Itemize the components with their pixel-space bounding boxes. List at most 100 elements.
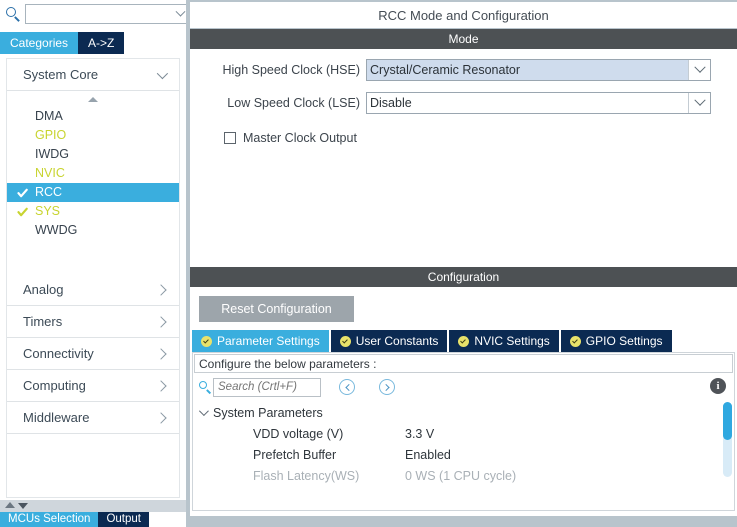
field-row-hse: High Speed Clock (HSE) Crystal/Ceramic R… (190, 58, 737, 82)
reset-configuration-button[interactable]: Reset Configuration (199, 295, 354, 322)
sidebar-tab-bar: Categories A->Z (0, 28, 186, 54)
tab-label: NVIC Settings (474, 334, 550, 348)
search-icon (198, 380, 213, 395)
parameter-scrollbar-thumb[interactable] (723, 402, 732, 440)
mcu-search-input[interactable] (26, 5, 172, 23)
group-connectivity[interactable]: Connectivity (7, 338, 179, 370)
tab-label: Parameter Settings (217, 334, 320, 348)
peripheral-label: DMA (35, 109, 63, 123)
tab-user-constants[interactable]: User Constants (330, 330, 448, 352)
chevron-down-icon[interactable] (688, 93, 710, 113)
tab-categories[interactable]: Categories (0, 32, 79, 54)
chevron-down-icon (156, 67, 169, 79)
peripheral-label: IWDG (35, 147, 70, 161)
chevron-down-icon[interactable] (688, 60, 710, 80)
master-clock-output-label: Master Clock Output (243, 131, 357, 145)
left-sidebar-panel: Categories A->Z System Core DMA GPIO IWD… (0, 0, 211, 527)
lse-label: Low Speed Clock (LSE) (227, 96, 360, 110)
chevron-right-icon (155, 347, 167, 360)
chevron-right-icon (155, 315, 167, 328)
chevron-left-circle-icon[interactable] (339, 379, 355, 395)
parameter-name: Flash Latency(WS) (253, 468, 360, 483)
chevron-down-icon (198, 406, 209, 417)
group-label-timers: Timers (23, 314, 63, 329)
peripheral-item-sys[interactable]: SYS (7, 202, 179, 221)
check-circle-icon (339, 335, 351, 347)
peripheral-label: NVIC (35, 166, 65, 180)
parameter-name: VDD voltage (V) (253, 426, 344, 441)
mcu-search-combo[interactable] (25, 4, 189, 24)
peripheral-item-dma[interactable]: DMA (7, 107, 179, 126)
master-clock-output-checkbox[interactable] (224, 132, 236, 144)
peripheral-item-gpio[interactable]: GPIO (7, 126, 179, 145)
stm32cubemx-window: Categories A->Z System Core DMA GPIO IWD… (0, 0, 737, 527)
check-circle-icon (569, 335, 581, 347)
tab-label: User Constants (355, 334, 439, 348)
group-computing[interactable]: Computing (7, 370, 179, 402)
tab-nvic-settings[interactable]: NVIC Settings (449, 330, 559, 352)
configuration-section-header: Configuration (190, 267, 737, 287)
tab-mcus-selection[interactable]: MCUs Selection (0, 512, 99, 527)
peripheral-item-wwdg[interactable]: WWDG (7, 221, 179, 240)
peripheral-list: DMA GPIO IWDG NVIC RCC SYS WWDG (7, 107, 179, 240)
group-middleware[interactable]: Middleware (7, 402, 179, 434)
peripheral-item-nvic[interactable]: NVIC (7, 164, 179, 183)
parameter-value: Enabled (405, 447, 451, 462)
chevron-right-icon (155, 283, 167, 296)
mode-panel: Mode High Speed Clock (HSE) Crystal/Cera… (190, 29, 737, 268)
parameter-search-input[interactable] (213, 377, 321, 397)
reset-row: Reset Configuration (190, 287, 737, 330)
parameter-row-vdd-voltage[interactable]: VDD voltage (V) 3.3 V (193, 423, 734, 444)
chevron-right-icon (155, 379, 167, 392)
peripheral-item-rcc[interactable]: RCC (7, 183, 179, 202)
field-row-lse: Low Speed Clock (LSE) Disable (190, 91, 737, 115)
mcu-search-row (0, 0, 211, 28)
tab-gpio-settings[interactable]: GPIO Settings (560, 330, 672, 352)
bottom-tab-bar: MCUs Selection Output (0, 512, 186, 527)
tab-parameter-settings[interactable]: Parameter Settings (192, 330, 329, 352)
parameter-name: Prefetch Buffer (253, 447, 337, 462)
group-analog[interactable]: Analog (7, 274, 179, 306)
configuration-body: Reset Configuration Parameter Settings U… (190, 287, 737, 516)
parameter-group-system-parameters[interactable]: System Parameters (193, 402, 734, 423)
search-icon (3, 4, 23, 24)
parameter-value: 0 WS (1 CPU cycle) (405, 468, 517, 483)
master-clock-output-row[interactable]: Master Clock Output (190, 127, 737, 149)
lse-value: Disable (370, 96, 412, 110)
mode-body: High Speed Clock (HSE) Crystal/Ceramic R… (190, 58, 737, 268)
tree-scroll-up-indicator[interactable] (7, 91, 179, 107)
info-icon[interactable]: i (710, 378, 726, 394)
group-label-system-core: System Core (23, 67, 99, 82)
lse-dropdown[interactable]: Disable (366, 92, 711, 114)
tab-a-to-z[interactable]: A->Z (78, 32, 125, 54)
main-content-area: RCC Mode and Configuration Mode High Spe… (186, 0, 737, 527)
peripheral-label: GPIO (35, 128, 67, 142)
parameter-search-row: i (193, 374, 734, 400)
group-system-core[interactable]: System Core (7, 59, 179, 91)
sidebar-scroll-strip[interactable] (0, 500, 186, 512)
mode-section-header: Mode (190, 29, 737, 49)
configuration-tab-bar: Parameter Settings User Constants NVIC S… (190, 330, 737, 352)
chevron-right-icon (155, 411, 167, 424)
hse-dropdown[interactable]: Crystal/Ceramic Resonator (366, 59, 711, 81)
tab-output[interactable]: Output (98, 512, 149, 527)
parameter-settings-pane: Configure the below parameters : Search … (192, 352, 735, 511)
group-timers[interactable]: Timers (7, 306, 179, 338)
peripheral-item-iwdg[interactable]: IWDG (7, 145, 179, 164)
hse-label: High Speed Clock (HSE) (222, 63, 360, 77)
group-label-computing: Computing (23, 378, 86, 393)
parameter-group-label: System Parameters (213, 405, 323, 420)
peripheral-label: SYS (35, 204, 61, 218)
parameter-value: 3.3 V (405, 426, 435, 441)
bottom-gap (186, 516, 737, 527)
parameter-scrollbar-track[interactable] (723, 402, 732, 477)
chevron-right-circle-icon[interactable] (379, 379, 395, 395)
group-label-analog: Analog (23, 282, 64, 297)
page-title: RCC Mode and Configuration (190, 2, 737, 28)
peripheral-label: WWDG (35, 223, 78, 237)
parameter-tree: System Parameters VDD voltage (V) 3.3 V … (193, 400, 734, 486)
parameter-row-prefetch-buffer[interactable]: Prefetch Buffer Enabled (193, 444, 734, 465)
hse-value: Crystal/Ceramic Resonator (370, 63, 521, 77)
configure-parameters-label: Configure the below parameters : (194, 354, 733, 373)
